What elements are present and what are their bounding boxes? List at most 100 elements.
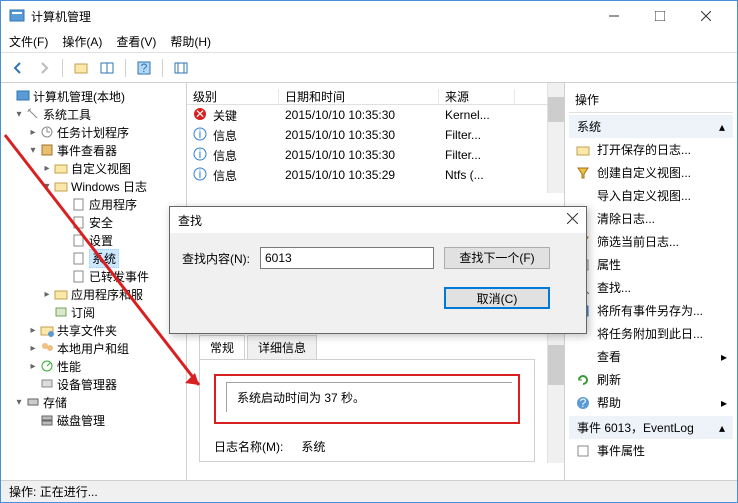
expand-icon[interactable]: ▾ [41,181,53,192]
find-label: 查找内容(N): [182,247,250,267]
tree-systools[interactable]: 系统工具 [43,106,91,123]
tree-app[interactable]: 应用程序 [89,196,137,213]
detail-scrollbar[interactable] [547,331,564,463]
find-dialog-close[interactable] [567,213,578,227]
list-header: 级别 日期和时间 来源 [187,83,547,105]
tree-winlogs[interactable]: Windows 日志 [71,178,147,195]
action-filter-current[interactable]: 筛选当前日志... [569,230,733,253]
action-import-custom[interactable]: 导入自定义视图... [569,184,733,207]
folder-icon [53,178,69,194]
action-event-properties[interactable]: 事件属性 [569,439,733,462]
action-find[interactable]: 查找... [569,276,733,299]
actions-pane: 操作 系统▴ 打开保存的日志... 创建自定义视图... 导入自定义视图... … [565,83,737,481]
chevron-up-icon[interactable]: ▴ [719,421,725,435]
expand-icon[interactable]: ▸ [27,127,39,138]
tree-root[interactable]: 计算机管理(本地) [33,88,125,105]
tree-perf[interactable]: 性能 [57,358,81,375]
minimize-button[interactable] [591,1,637,31]
action-properties[interactable]: 属性 [569,253,733,276]
eventviewer-icon [39,142,55,158]
toolbar-icon-1[interactable] [70,57,92,79]
action-help[interactable]: ?帮助▸ [569,391,733,414]
tree-diskmgr[interactable]: 磁盘管理 [57,412,105,429]
tree-pane: 计算机管理(本地) ▾ 系统工具 ▸ 任务计划程序 ▾ 事件查看器 ▸ 自定义视图 ▾ W… [1,83,187,481]
list-scrollbar[interactable] [547,83,564,193]
chevron-up-icon[interactable]: ▴ [719,120,725,134]
menu-bar: 文件(F) 操作(A) 查看(V) 帮助(H) [1,31,737,53]
expand-icon[interactable]: ▸ [41,289,53,300]
tree-system[interactable]: 系统 [89,249,119,268]
expand-icon[interactable]: ▾ [13,109,25,120]
toolbar-icon-2[interactable] [96,57,118,79]
tree-security[interactable]: 安全 [89,214,113,231]
tree-appsvc[interactable]: 应用程序和服 [71,286,143,303]
tree-eventviewer[interactable]: 事件查看器 [57,142,117,159]
expand-icon[interactable]: ▸ [27,325,39,336]
find-dialog: 查找 查找内容(N): 查找下一个(F) 取消(C) [169,206,587,334]
menu-view[interactable]: 查看(V) [116,33,156,50]
col-source[interactable]: 来源 [439,89,515,104]
tree-customview[interactable]: 自定义视图 [71,160,131,177]
logname-value: 系统 [301,438,325,455]
actions-group-event: 事件 6013，EventLog▴ [569,416,733,439]
logname-label: 日志名称(M): [214,438,283,455]
menu-help[interactable]: 帮助(H) [170,33,211,50]
expand-icon[interactable]: ▾ [13,397,25,408]
action-view[interactable]: 查看▸ [569,345,733,368]
action-open-saved[interactable]: 打开保存的日志... [569,138,733,161]
storage-icon [25,394,41,410]
help-icon[interactable]: ? [133,57,155,79]
tree-subs[interactable]: 订阅 [71,304,95,321]
tree-storage[interactable]: 存储 [43,394,67,411]
log-icon [71,268,87,284]
close-button[interactable] [683,1,729,31]
tab-details[interactable]: 详细信息 [247,335,317,359]
log-icon [71,196,87,212]
menu-action[interactable]: 操作(A) [62,33,102,50]
event-list: ✕ 关键 2015/10/10 10:35:30 Kernel... i 信息 … [187,105,547,185]
tree-scheduler[interactable]: 任务计划程序 [57,124,129,141]
action-saveas[interactable]: 将所有事件另存为... [569,299,733,322]
list-row[interactable]: i 信息 2015/10/10 10:35:29 Ntfs (... [187,165,547,185]
col-datetime[interactable]: 日期和时间 [279,89,439,104]
action-create-custom[interactable]: 创建自定义视图... [569,161,733,184]
menu-file[interactable]: 文件(F) [9,33,48,50]
info-icon: i [193,127,209,143]
actions-group-system: 系统▴ [569,115,733,138]
expand-icon[interactable]: ▸ [41,163,53,174]
tree-devmgr[interactable]: 设备管理器 [57,376,117,393]
devmgr-icon [39,376,55,392]
action-refresh[interactable]: 刷新 [569,368,733,391]
expand-icon[interactable]: ▸ [27,343,39,354]
expand-icon[interactable]: ▸ [27,361,39,372]
info-icon: i [193,167,209,183]
action-clear-log[interactable]: 清除日志... [569,207,733,230]
list-row[interactable]: i 信息 2015/10/10 10:35:30 Filter... [187,125,547,145]
subs-icon [53,304,69,320]
tools-icon [25,106,41,122]
list-row[interactable]: i 信息 2015/10/10 10:35:30 Filter... [187,145,547,165]
expand-icon[interactable]: ▾ [27,145,39,156]
info-icon: i [193,147,209,163]
tree-shared[interactable]: 共享文件夹 [57,322,117,339]
find-next-button[interactable]: 查找下一个(F) [444,247,550,269]
find-input[interactable] [260,247,434,269]
tree-forwarded[interactable]: 已转发事件 [89,268,149,285]
svg-text:✕: ✕ [195,107,205,121]
perf-icon [39,358,55,374]
col-level[interactable]: 级别 [187,89,279,104]
log-icon [71,250,87,266]
tab-general[interactable]: 常规 [199,335,245,359]
tree-users[interactable]: 本地用户和组 [57,340,129,357]
tree-setup[interactable]: 设置 [89,232,113,249]
list-row[interactable]: ✕ 关键 2015/10/10 10:35:30 Kernel... [187,105,547,125]
svg-text:i: i [199,147,202,161]
find-cancel-button[interactable]: 取消(C) [444,287,550,309]
maximize-button[interactable] [637,1,683,31]
scheduler-icon [39,124,55,140]
forward-button[interactable] [33,57,55,79]
action-attach-task[interactable]: 将任务附加到此日... [569,322,733,345]
toolbar-icon-3[interactable] [170,57,192,79]
back-button[interactable] [7,57,29,79]
computer-icon [15,88,31,104]
